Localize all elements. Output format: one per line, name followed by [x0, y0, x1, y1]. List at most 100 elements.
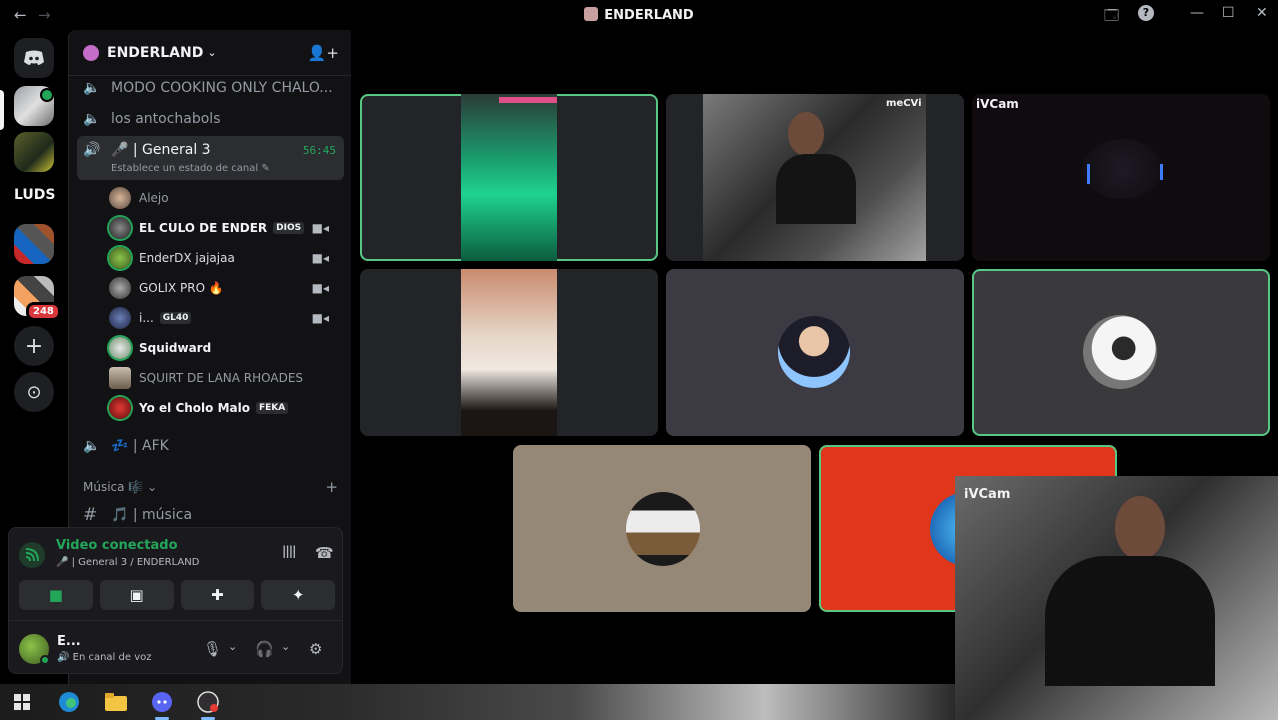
- call-timer: 56:45: [302, 144, 336, 157]
- windows-start-icon[interactable]: [10, 690, 34, 714]
- channel-name: 🎤 | General 3: [111, 142, 211, 158]
- channel-name: 🎵 | música: [111, 507, 193, 523]
- member-enderdx[interactable]: EnderDX jajajaa ■◂: [109, 244, 337, 272]
- hash-icon: #: [83, 505, 98, 525]
- speaker-icon: 🔈: [83, 438, 101, 454]
- signal-bars-icon: [25, 548, 39, 562]
- voice-channel-cooking[interactable]: 🔈 MODO COOKING ONLY CHALO...: [77, 73, 344, 103]
- avatar: [109, 367, 131, 389]
- camera-button[interactable]: ■: [19, 580, 93, 610]
- member-name: i...: [139, 311, 154, 325]
- close-button[interactable]: ✕: [1256, 5, 1268, 21]
- windows-logo-icon: [14, 694, 30, 710]
- voice-channel-general-3[interactable]: 🔊 🎤 | General 3 56:45 Establece un estad…: [77, 136, 344, 180]
- server-folder-1[interactable]: [14, 224, 54, 264]
- headset-icon[interactable]: 🎧: [255, 640, 274, 658]
- video-feed: [461, 94, 557, 261]
- soundboard-button[interactable]: ✦: [261, 580, 335, 610]
- speaker-icon: 🔊: [83, 142, 101, 158]
- member-squidward[interactable]: Squidward: [109, 334, 337, 362]
- avatar: [109, 397, 131, 419]
- inbox-icon[interactable]: 🗔: [1104, 5, 1119, 29]
- server-header[interactable]: ENDERLAND ⌄ 👤+: [69, 30, 351, 76]
- chevron-down-icon[interactable]: ⌄: [228, 640, 237, 653]
- soundboard-icon[interactable]: ||||: [282, 544, 296, 558]
- member-squirt[interactable]: SQUIRT DE LANA RHOADES: [109, 364, 337, 392]
- disconnect-icon[interactable]: ☎: [315, 544, 334, 562]
- server-icon-2[interactable]: [14, 132, 54, 172]
- headset-light: [1087, 164, 1090, 184]
- member-name: Squidward: [139, 341, 212, 355]
- add-channel-icon[interactable]: +: [325, 478, 338, 496]
- headset-light: [1160, 164, 1163, 180]
- title-bar: ← → ENDERLAND 🗔 ? — ☐ ✕: [0, 0, 1278, 30]
- video-tile-2[interactable]: meCVi: [666, 94, 964, 261]
- maximize-button[interactable]: ☐: [1222, 5, 1235, 21]
- member-yo-el-cholo-malo[interactable]: Yo el Cholo Malo FEKA: [109, 394, 337, 422]
- online-status-icon: [40, 655, 50, 665]
- guild-tag: GL40: [159, 312, 192, 324]
- voice-channel-afk[interactable]: 🔈 💤 | AFK: [77, 431, 344, 461]
- avatar: [109, 337, 131, 359]
- screen-share-button[interactable]: ▣: [99, 580, 174, 610]
- user-status: 🔊 En canal de voz: [57, 652, 152, 663]
- discord-taskbar-icon[interactable]: [150, 690, 174, 714]
- channel-name: 💤 | AFK: [111, 438, 169, 454]
- channel-name: MODO COOKING ONLY CHALO...: [111, 80, 333, 96]
- server-name: ENDERLAND: [107, 44, 204, 61]
- obs-icon[interactable]: [196, 690, 220, 714]
- video-tile-1[interactable]: [360, 94, 658, 261]
- server-mini-icon: [584, 7, 599, 21]
- folder-icon: [105, 693, 127, 711]
- self-preview[interactable]: iVCam: [955, 476, 1278, 720]
- role-tag: DIOS: [273, 222, 305, 234]
- settings-icon[interactable]: ⚙: [309, 640, 322, 658]
- person-body: [1045, 556, 1215, 686]
- divider: [9, 620, 342, 621]
- avatar: [109, 307, 131, 329]
- minimize-button[interactable]: —: [1190, 5, 1204, 21]
- camera-label: iVCam: [964, 487, 1011, 502]
- user-name[interactable]: E...: [57, 634, 81, 649]
- member-i[interactable]: i... GL40 ■◂: [109, 304, 337, 332]
- video-feed-detail: [499, 97, 557, 103]
- channel-name: los antochabols: [111, 111, 221, 127]
- camera-label: meCVi: [886, 98, 922, 109]
- unread-badge: 248: [26, 302, 61, 321]
- channel-status-prompt[interactable]: Establece un estado de canal ✎: [111, 163, 270, 174]
- file-explorer-icon[interactable]: [104, 690, 128, 714]
- category-musica[interactable]: Música 🎼 ⌄ +: [83, 478, 338, 496]
- member-el-culo-de-ender[interactable]: EL CULO DE ENDER DIOS ■◂: [109, 214, 337, 242]
- voice-channel-antochabols[interactable]: 🔈 los antochabols: [77, 104, 344, 134]
- discover-icon[interactable]: ⊙: [14, 372, 54, 412]
- avatar: [778, 316, 850, 388]
- invite-user-icon[interactable]: 👤+: [308, 44, 339, 62]
- discord-home-button[interactable]: [14, 38, 54, 78]
- text-channel-musica[interactable]: # 🎵 | música: [77, 500, 344, 530]
- connection-status[interactable]: Video conectado: [56, 538, 178, 553]
- chevron-down-icon[interactable]: ⌄: [281, 640, 290, 653]
- person-head: [788, 112, 824, 156]
- avatar: [109, 277, 131, 299]
- camera-icon: ■◂: [311, 311, 329, 325]
- video-tile-4[interactable]: [360, 269, 658, 436]
- member-name: SQUIRT DE LANA RHOADES: [139, 371, 304, 385]
- activity-button[interactable]: ✚: [180, 580, 255, 610]
- video-tile-7[interactable]: [513, 445, 811, 612]
- add-server-button[interactable]: +: [14, 326, 54, 366]
- edge-icon[interactable]: [57, 690, 81, 714]
- chevron-down-icon: ⌄: [207, 46, 217, 59]
- server-ludo[interactable]: LUDS: [14, 180, 56, 210]
- edge-logo-icon: [59, 692, 79, 712]
- member-name: GOLIX PRO 🔥: [139, 281, 224, 295]
- video-tile-6[interactable]: [972, 269, 1270, 436]
- help-icon[interactable]: ?: [1138, 5, 1154, 21]
- video-tile-5[interactable]: [666, 269, 964, 436]
- microphone-icon[interactable]: 🎙: [203, 640, 222, 658]
- signal-icon[interactable]: [19, 542, 45, 568]
- member-golix-pro[interactable]: GOLIX PRO 🔥 ■◂: [109, 274, 337, 302]
- video-tile-3[interactable]: iVCam: [972, 94, 1270, 261]
- member-alejo[interactable]: Alejo: [109, 184, 337, 212]
- role-tag: FEKA: [255, 402, 289, 414]
- voice-connection: Video conectado 🎤 | General 3 / ENDERLAN…: [19, 538, 335, 576]
